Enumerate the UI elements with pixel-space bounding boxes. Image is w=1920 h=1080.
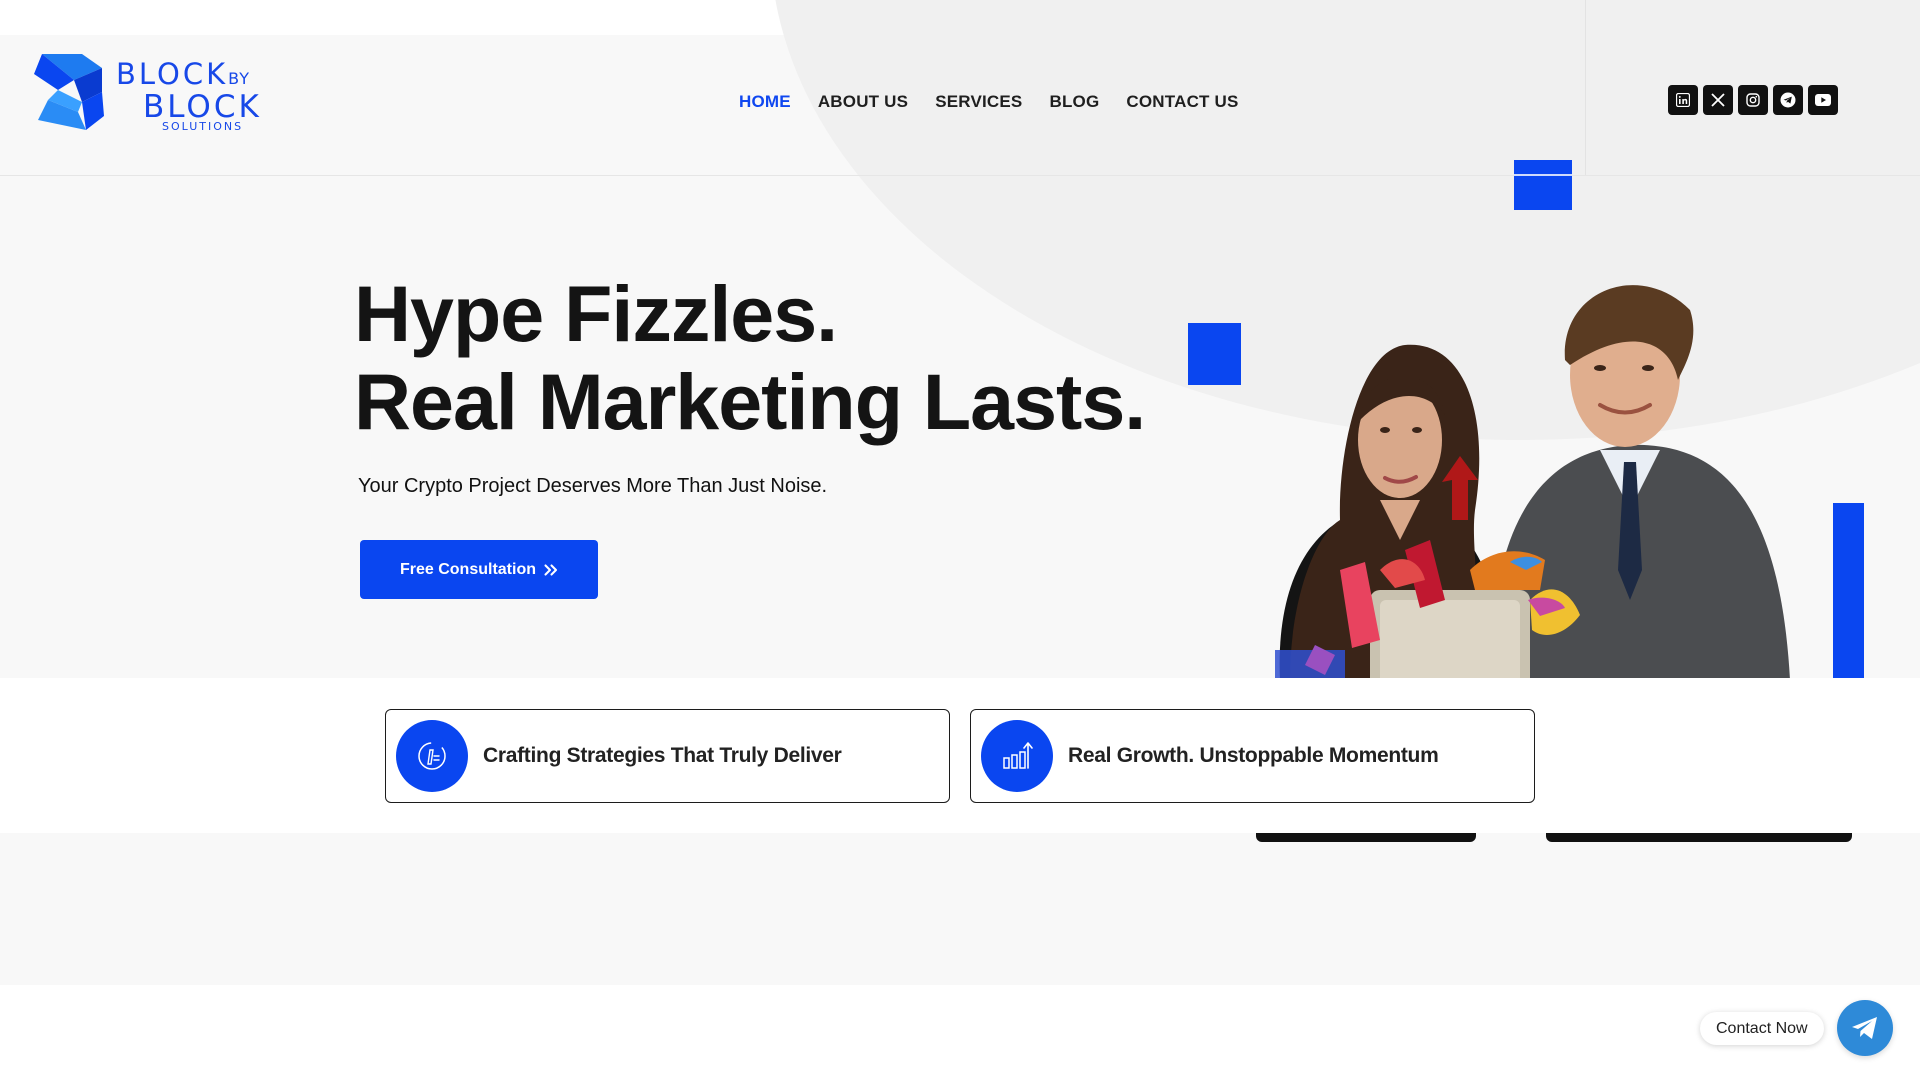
- contact-now-label[interactable]: Contact Now: [1700, 1012, 1824, 1045]
- feature-card-growth: Real Growth. Unstoppable Momentum: [970, 709, 1535, 803]
- footer-area: [0, 985, 1920, 1080]
- logo-word-block: BLOCK: [116, 57, 229, 91]
- hero-title-line-2: Real Marketing Lasts.: [354, 357, 1146, 446]
- hero-image-business-people: [1275, 285, 1790, 680]
- hero-title-line-1: Hype Fizzles.: [354, 269, 838, 358]
- nav-blog[interactable]: BLOG: [1049, 92, 1099, 112]
- logo-mark-icon: [34, 54, 104, 130]
- free-consultation-label: Free Consultation: [399, 560, 536, 578]
- free-consultation-button[interactable]: Free Consultation: [360, 540, 598, 599]
- double-chevron-right-icon: [544, 563, 558, 576]
- brand-logo[interactable]: BLOCKBY BLOCK SOLUTIONS: [34, 50, 284, 138]
- telegram-icon[interactable]: [1773, 85, 1803, 115]
- logo-word-block-2: BLOCK: [143, 89, 262, 125]
- nav-about-us[interactable]: ABOUT US: [818, 92, 908, 112]
- page: BLOCKBY BLOCK SOLUTIONS HOME ABOUT US SE…: [0, 0, 1920, 1080]
- header-divider-vertical: [1585, 0, 1586, 175]
- x-icon[interactable]: [1703, 85, 1733, 115]
- decorative-square: [1514, 160, 1572, 210]
- strategy-icon: [396, 720, 468, 792]
- social-links: [1668, 85, 1838, 115]
- telegram-icon: [1852, 1017, 1877, 1039]
- decorative-strip: [1256, 833, 1476, 842]
- nav-contact-us[interactable]: CONTACT US: [1126, 92, 1238, 112]
- youtube-icon[interactable]: [1808, 85, 1838, 115]
- logo-word-by: BY: [228, 69, 250, 88]
- hero-subtitle: Your Crypto Project Deserves More Than J…: [358, 475, 828, 497]
- decorative-bar: [1833, 503, 1864, 679]
- feature-card-strategies: Crafting Strategies That Truly Deliver: [385, 709, 950, 803]
- logo-wordmark: BLOCKBY BLOCK SOLUTIONS: [116, 60, 262, 133]
- feature-title: Real Growth. Unstoppable Momentum: [1068, 744, 1439, 767]
- features-band: [0, 678, 1920, 833]
- header-divider: [0, 175, 1920, 176]
- hero-title: Hype Fizzles. Real Marketing Lasts.: [354, 269, 1146, 446]
- nav-home[interactable]: HOME: [739, 92, 791, 112]
- nav-services[interactable]: SERVICES: [935, 92, 1022, 112]
- feature-title: Crafting Strategies That Truly Deliver: [483, 744, 842, 767]
- instagram-icon[interactable]: [1738, 85, 1768, 115]
- decorative-strip: [1546, 833, 1852, 842]
- linkedin-icon[interactable]: [1668, 85, 1698, 115]
- telegram-contact-button[interactable]: [1837, 1000, 1893, 1056]
- growth-chart-icon: [981, 720, 1053, 792]
- main-nav: HOME ABOUT US SERVICES BLOG CONTACT US: [739, 92, 1239, 112]
